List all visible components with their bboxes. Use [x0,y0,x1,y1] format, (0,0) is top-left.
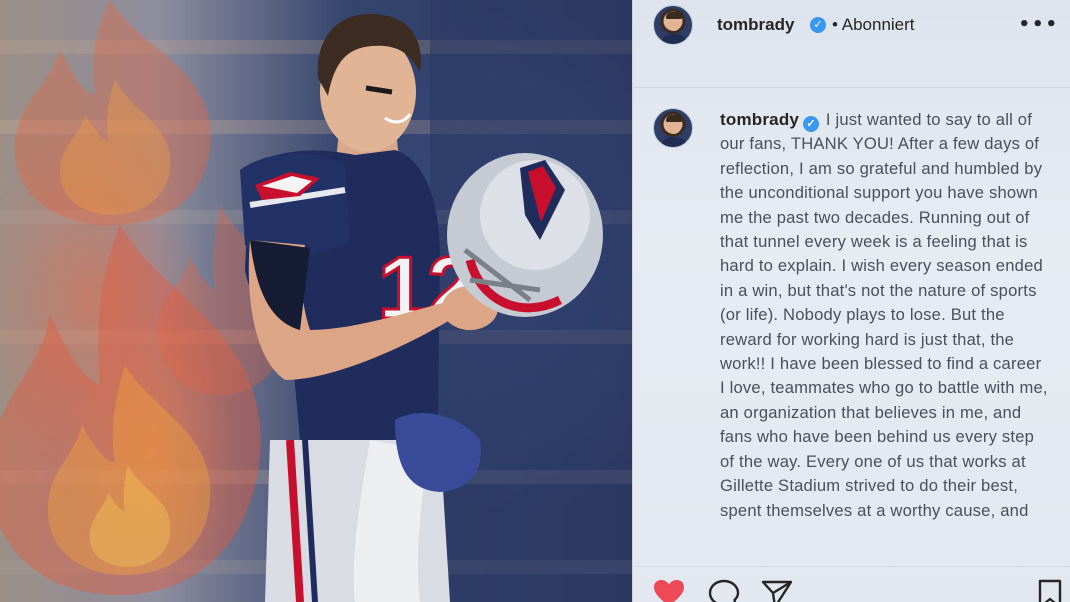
instagram-post-panel: tombrady ✓ • Abonniert ••• tombrady ✓ I j… [632,0,1070,602]
follow-status[interactable]: • Abonniert [832,15,915,35]
username-link[interactable]: tombrady [717,15,794,35]
avatar-hair [666,12,682,19]
post-actions-bar [633,566,1070,602]
verified-icon: ✓ [810,17,826,33]
avatar[interactable] [653,5,693,45]
caption-username[interactable]: tombrady [720,110,799,129]
player-figure: 12 [240,0,632,602]
avatar-shirt [660,34,688,44]
comment-icon[interactable] [708,579,740,602]
caption-text: I just wanted to say to all of our fans,… [720,110,1048,520]
caption-avatar[interactable] [653,108,693,148]
bookmark-icon[interactable] [1037,579,1063,602]
post-caption: tombrady ✓ I just wanted to say to all of… [720,108,1050,558]
avatar-shirt [660,137,688,147]
post-header: tombrady ✓ • Abonniert ••• [633,0,1070,50]
heart-icon[interactable] [653,579,685,602]
post-photo: 12 [0,0,632,602]
verified-icon: ✓ [803,116,820,132]
header-divider [633,87,1070,88]
share-icon[interactable] [761,579,793,602]
avatar-hair [666,115,682,122]
more-options-icon[interactable]: ••• [1018,14,1059,35]
